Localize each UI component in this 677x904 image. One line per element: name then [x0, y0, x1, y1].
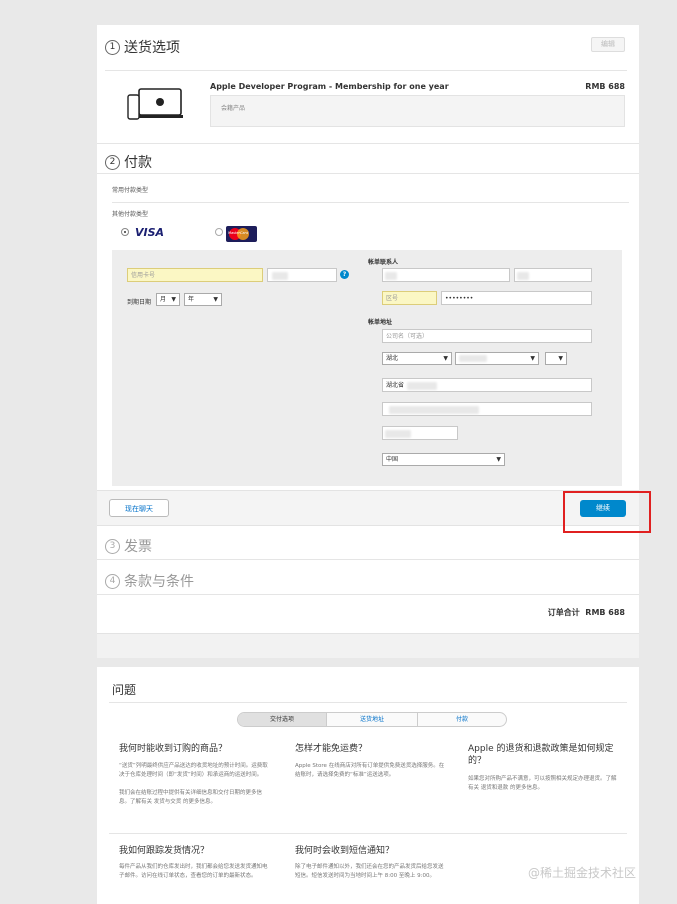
step-number: 1: [105, 39, 120, 55]
visa-logo: VISA: [135, 226, 165, 239]
billing-contact-label: 帐单联系人: [368, 259, 399, 266]
payment-step-header: 2 付款: [105, 152, 152, 172]
product-name: Apple Developer Program - Membership for…: [210, 82, 449, 91]
mastercard-logo: MasterCard: [226, 226, 257, 242]
faq-question: 我何时能收到订购的商品？: [119, 744, 228, 754]
card-footer: [97, 633, 639, 658]
visa-radio[interactable]: [121, 228, 129, 236]
card-number-input[interactable]: 信用卡号: [127, 268, 263, 282]
chat-now-button[interactable]: 现在聊天: [109, 499, 169, 517]
faq-answer: “送货”列明最终供应产品送达的收货地址的预计时间。运费取决于仓库处理时间（即“发…: [119, 763, 268, 805]
city-select[interactable]: ▼: [455, 352, 539, 365]
faq-question: 我何时会收到短信通知？: [295, 846, 395, 856]
divider: [105, 70, 627, 71]
area-code-input[interactable]: 区号: [382, 291, 437, 305]
security-code-input[interactable]: [267, 268, 337, 282]
payment-form-panel: 信用卡号 ? 到期日期 月 ▼ 年 ▼ 帐单联系人 区号 •••••••• 帐单地址…: [112, 250, 622, 486]
terms-step-title: 条款与条件: [124, 574, 194, 590]
other-payment-types-label: 其他付款类型: [112, 211, 149, 218]
faq-answer: Apple Store 在线商店对所有订单提供免费送货选择服务。在结账时，请选择…: [295, 763, 445, 778]
divider: [109, 833, 627, 834]
edit-button[interactable]: 编辑: [591, 37, 625, 52]
faq-title: 问题: [112, 683, 137, 697]
country-select[interactable]: 中国 ▼: [382, 453, 505, 466]
shipping-step-header: 1 送货选项: [105, 37, 180, 57]
faq-answer: 除了电子邮件通知以外，我们还会在您的产品发货后给您发送短信。短信发送时间为当地时…: [295, 864, 444, 879]
street-address-input[interactable]: 湖北省: [382, 378, 592, 392]
checkout-card: 1 送货选项 编辑 Apple Developer Program - Memb…: [97, 25, 651, 658]
divider: [97, 559, 639, 560]
invoice-step-title: 发票: [124, 539, 152, 555]
tab-delivery[interactable]: 交付选项: [238, 713, 326, 726]
order-total-value: RMB 688: [585, 608, 625, 617]
first-name-input[interactable]: [514, 268, 592, 282]
terms-step-header: 4 条款与条件: [105, 571, 194, 591]
expiry-year-select[interactable]: 年 ▼: [184, 293, 222, 306]
faq-question: 怎样才能免运费？: [295, 744, 368, 754]
divider: [112, 202, 629, 203]
common-payment-types-label: 常用付款类型: [112, 187, 149, 194]
postal-code-input[interactable]: [382, 426, 458, 440]
company-input[interactable]: 公司名（可选）: [382, 329, 592, 343]
faq-question: Apple 的退货和退款政策是如何规定的？: [468, 744, 614, 766]
last-name-input[interactable]: [382, 268, 510, 282]
address-line2-input[interactable]: [382, 402, 592, 416]
continue-button[interactable]: 继续: [580, 500, 626, 517]
phone-input[interactable]: ••••••••: [441, 291, 592, 305]
mastercard-radio[interactable]: [215, 228, 223, 236]
divider: [97, 173, 639, 174]
action-bar: 现在聊天 继续: [97, 490, 651, 533]
billing-address-label: 帐单地址: [368, 319, 393, 326]
faq-answer: 如果您对所购产品不满意，可以按照相关规定办理退货。了解有关 退货和退款 的更多信…: [468, 776, 617, 791]
district-select[interactable]: ▼: [545, 352, 567, 365]
province-select[interactable]: 湖北 ▼: [382, 352, 452, 365]
tab-shipping-address[interactable]: 送货地址: [326, 713, 418, 726]
divider: [97, 143, 639, 144]
tab-payment[interactable]: 付款: [418, 713, 506, 726]
order-total: 订单合计 RMB 688: [548, 607, 625, 618]
divider: [97, 594, 639, 595]
product-note: 会籍产品: [221, 105, 246, 112]
faq-tabs: 交付选项 送货地址 付款: [237, 712, 507, 727]
shipping-step-title: 送货选项: [124, 40, 180, 56]
product-price: RMB 688: [585, 82, 625, 91]
expiry-label: 到期日期: [127, 299, 152, 306]
divider: [109, 702, 627, 703]
expiry-month-select[interactable]: 月 ▼: [156, 293, 180, 306]
payment-step-title: 付款: [124, 155, 152, 171]
faq-answer: 每件产品从我们的仓库发出时，我们都会给您发送发货通知电子邮件。访问在线订单状态，…: [119, 864, 268, 879]
order-total-label: 订单合计: [547, 608, 580, 617]
watermark: @稀土掘金技术社区: [528, 866, 637, 880]
help-icon[interactable]: ?: [340, 270, 349, 279]
step-number: 2: [105, 154, 120, 170]
devices-icon: [127, 87, 185, 123]
faq-question: 我如何跟踪发货情况？: [119, 846, 210, 856]
invoice-step-header: 3 发票: [105, 536, 152, 556]
product-note-box: 会籍产品: [210, 95, 625, 127]
